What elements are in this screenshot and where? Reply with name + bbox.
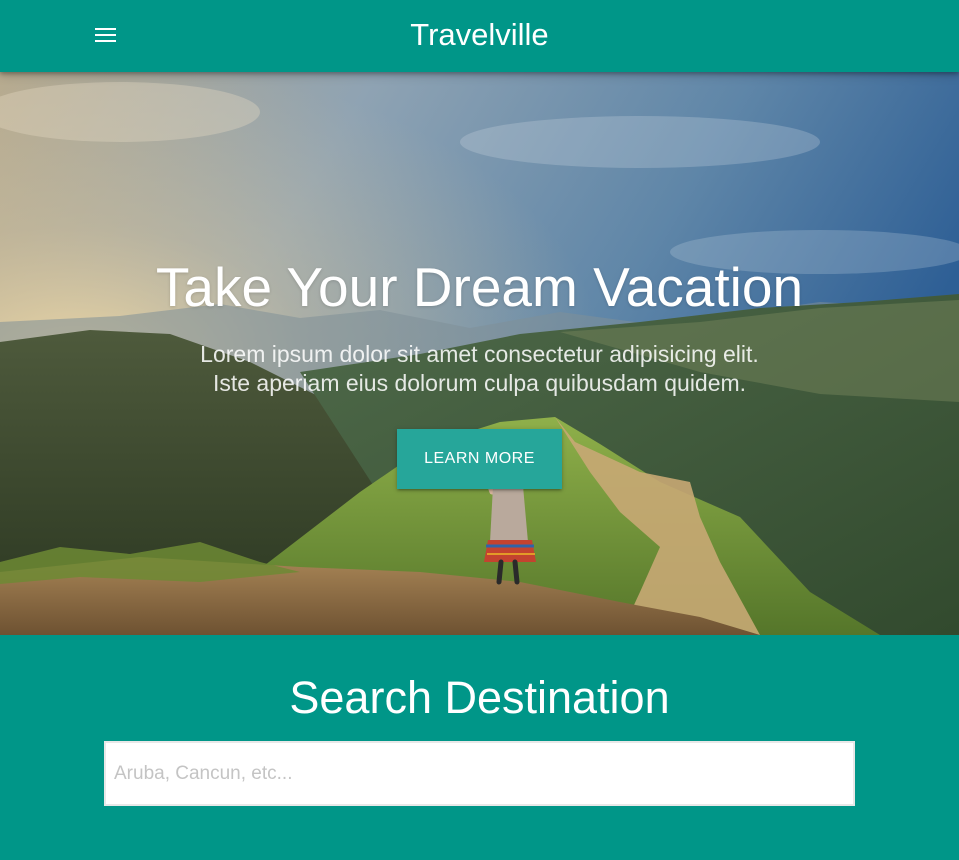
navbar: Travelville	[0, 0, 959, 72]
hero-lead-line-2: Iste aperiam eius dolorum culpa quibusda…	[212, 370, 747, 396]
hero-lead-line-1: Lorem ipsum dolor sit amet consectetur a…	[200, 341, 759, 367]
hero-title: Take Your Dream Vacation	[155, 256, 804, 318]
brand-logo-link[interactable]: Travelville	[0, 0, 959, 72]
hero-section: Take Your Dream Vacation Lorem ipsum dol…	[0, 72, 959, 635]
learn-more-button[interactable]: LEARN MORE	[397, 429, 562, 489]
search-title: Search Destination	[289, 672, 670, 723]
destination-search-input[interactable]	[104, 741, 855, 806]
search-section: Search Destination	[0, 635, 959, 860]
hero-lead-text: Lorem ipsum dolor sit amet consectetur a…	[0, 340, 959, 398]
